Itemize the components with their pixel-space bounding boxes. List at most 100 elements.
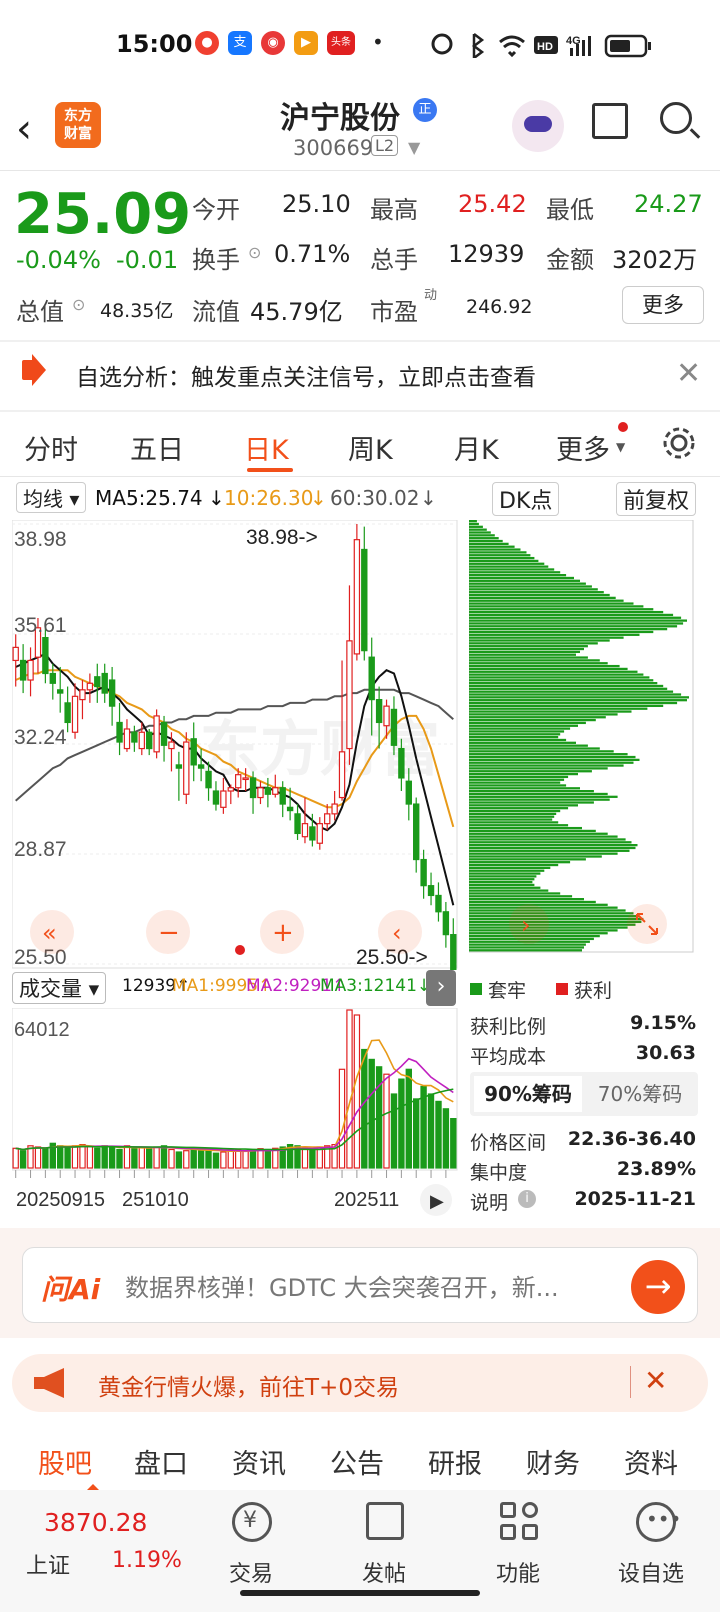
tab-news[interactable]: 资讯 <box>232 1442 286 1481</box>
grid-icon <box>500 1502 540 1542</box>
chip-bar <box>469 875 537 878</box>
chip-bar <box>469 531 491 534</box>
volume-bar <box>235 1148 242 1169</box>
dk-point-button[interactable]: DK点 <box>492 482 560 516</box>
assistant-robot-icon[interactable] <box>512 100 564 152</box>
candlestick-chart[interactable]: 东方财富 38.98 35.61 32.24 28.87 25.50 38.98… <box>12 520 458 970</box>
tab-forum[interactable]: 股吧 <box>38 1442 92 1481</box>
chip-bar <box>469 710 632 713</box>
chip-bar <box>469 753 628 756</box>
chip-bar <box>469 622 684 625</box>
tab-profile[interactable]: 资料 <box>624 1442 678 1481</box>
tab-order-book[interactable]: 盘口 <box>134 1442 188 1481</box>
tab-announcements[interactable]: 公告 <box>330 1442 384 1481</box>
tab-intraday[interactable]: 分时 <box>24 428 78 467</box>
chip-next-button[interactable]: › <box>509 904 549 944</box>
volume-bar <box>183 1150 190 1169</box>
functions-button[interactable]: 功能 <box>496 1556 540 1588</box>
index-ticker[interactable]: 3870.28 上证 1.19% <box>0 1490 182 1612</box>
chip-bar <box>469 682 658 685</box>
chip-bar <box>469 798 610 801</box>
indicator-select[interactable]: 成交量 ▾ <box>12 972 107 1004</box>
zoom-out-button[interactable]: − <box>146 910 190 954</box>
range-label: 价格区间 <box>470 1132 547 1154</box>
chip-bar <box>469 721 586 725</box>
tab-chip-90[interactable]: 90%筹码 <box>474 1076 582 1112</box>
share-icon[interactable] <box>592 103 628 139</box>
arrow-right-icon[interactable]: → <box>631 1260 685 1314</box>
volume-bar <box>405 1068 413 1169</box>
mktcap-value: 48.35亿 <box>100 300 174 322</box>
back-button[interactable]: ‹ <box>16 106 32 152</box>
chart-prev-button[interactable]: ‹ <box>378 910 422 954</box>
chip-bar <box>469 613 674 617</box>
chip-bar <box>469 915 640 918</box>
chip-bar <box>469 883 535 887</box>
ai-logo: 问Ai <box>41 1273 101 1306</box>
tab-daily-k[interactable]: 日K <box>244 428 289 467</box>
volume-bar <box>94 1147 101 1169</box>
tab-five-day[interactable]: 五日 <box>130 428 184 467</box>
chip-bar <box>469 676 650 679</box>
trapped-legend: 套牢 <box>488 980 527 1002</box>
volume-chart[interactable]: 64012 20250915 251010 202511 ▶ <box>12 1008 458 1238</box>
chip-bar <box>469 841 632 844</box>
volume-max-label: 64012 <box>14 1019 70 1041</box>
info-icon[interactable]: i <box>518 1190 536 1208</box>
volume-bar <box>227 1150 234 1169</box>
volume-bar <box>346 1009 353 1169</box>
volume-bar <box>361 1048 368 1169</box>
volume-bar <box>257 1148 264 1169</box>
divider <box>0 476 720 477</box>
stock-name: 沪宁股份 <box>280 101 400 136</box>
add-watchlist-button[interactable]: 设自选 <box>618 1556 684 1588</box>
tab-weekly-k[interactable]: 周K <box>348 428 393 467</box>
tab-research[interactable]: 研报 <box>428 1442 482 1481</box>
chevron-down-icon: ▼ <box>616 440 626 454</box>
zoom-in-button[interactable]: + <box>260 910 304 954</box>
volume-bar <box>34 1146 42 1169</box>
chip-bar <box>469 761 634 764</box>
adjust-button[interactable]: 前复权 <box>616 482 697 516</box>
chip-bar <box>469 633 640 636</box>
date-next-button[interactable]: ▶ <box>420 1184 452 1216</box>
chip-distribution-chart[interactable]: › <box>469 520 699 960</box>
chip-bar <box>469 588 598 591</box>
gear-icon[interactable] <box>660 424 698 462</box>
chip-bar <box>469 736 559 739</box>
info-icon[interactable]: ⊙ <box>72 295 85 314</box>
info-icon[interactable]: ⊙ <box>248 243 261 262</box>
stock-code[interactable]: 300669 <box>293 136 373 160</box>
fullscreen-button[interactable] <box>627 904 667 944</box>
close-icon[interactable]: ✕ <box>676 356 701 391</box>
chip-bar <box>469 787 580 790</box>
more-dots-icon: ••• <box>636 1502 681 1542</box>
post-button[interactable]: 发帖 <box>362 1556 406 1588</box>
tab-monthly-k[interactable]: 月K <box>454 428 499 467</box>
close-icon[interactable]: ✕ <box>644 1364 667 1397</box>
tab-more[interactable]: 更多 <box>556 428 610 467</box>
chip-bar <box>469 539 503 543</box>
status-dot: • <box>372 30 384 54</box>
more-button[interactable]: 更多 <box>622 286 704 324</box>
chip-bar <box>469 801 594 804</box>
alert-banner[interactable]: 自选分析：触发重点关注信号，立即点击查看 ✕ <box>0 342 720 408</box>
tab-chip-70[interactable]: 70%筹码 <box>586 1076 694 1112</box>
chart-left-button[interactable]: « <box>30 910 74 954</box>
turnover-label: 换手 <box>192 246 240 274</box>
chip-date: 2025-11-21 <box>574 1188 696 1210</box>
volume-expand-button[interactable]: › <box>426 970 456 1006</box>
search-icon[interactable] <box>660 102 692 134</box>
trade-button[interactable]: 交易 <box>229 1556 273 1588</box>
chip-bar <box>469 829 596 833</box>
chip-bar <box>469 582 586 585</box>
chip-bar <box>469 838 626 841</box>
chip-bar <box>469 645 588 648</box>
active-tab-indicator <box>247 468 293 472</box>
ai-assistant-bar[interactable]: 问Ai 数据界核弹！GDTC 大会突袭召开，新... → <box>22 1247 698 1323</box>
chevron-down-icon[interactable]: ▼ <box>408 138 420 157</box>
tab-financials[interactable]: 财务 <box>526 1442 580 1481</box>
ma-select[interactable]: 均线 ▾ <box>16 482 87 513</box>
status-bar: 15:00 ● 支 ◉ ▶ 头条 • HD 4G <box>0 0 720 90</box>
gold-promo-banner[interactable]: 黄金行情火爆，前往T+0交易 ✕ <box>12 1354 708 1412</box>
